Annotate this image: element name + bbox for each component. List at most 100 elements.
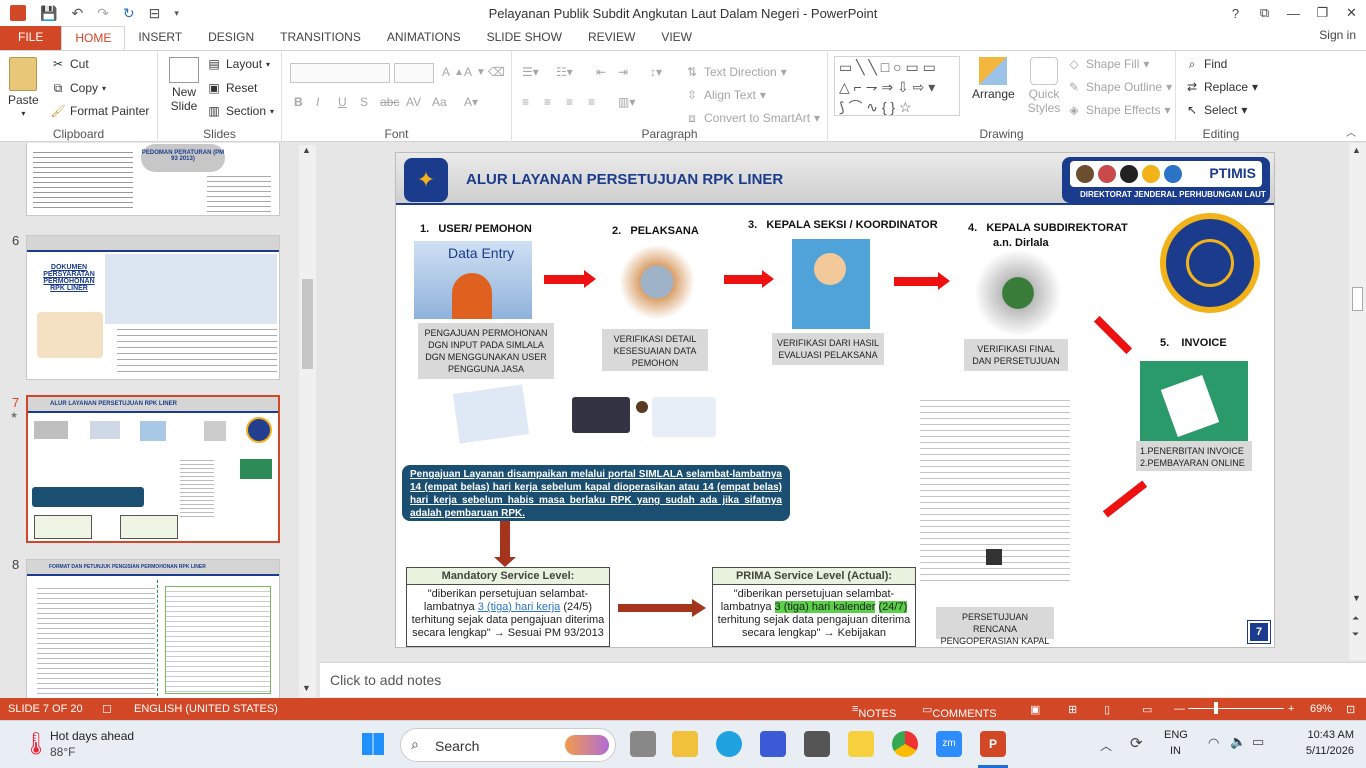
spellcheck-icon[interactable]: ☐ xyxy=(102,703,112,716)
next-slide-icon[interactable]: ⏷ xyxy=(1352,629,1359,640)
tab-insert[interactable]: INSERT xyxy=(125,26,195,50)
format-painter-button[interactable]: 🖌 Format Painter xyxy=(50,104,149,118)
minimize-icon[interactable]: — xyxy=(1279,0,1308,26)
customize-qat-icon[interactable]: ▾ xyxy=(174,8,179,19)
wifi-icon[interactable]: ◠ xyxy=(1208,735,1219,751)
copy-button[interactable]: ⧉ Copy ▾ xyxy=(50,81,106,95)
help-icon[interactable]: ? xyxy=(1221,0,1250,26)
tab-view[interactable]: VIEW xyxy=(648,26,705,50)
reset-button[interactable]: ▣ Reset xyxy=(206,81,257,95)
notes-button[interactable]: ≡ NOTES xyxy=(852,703,896,720)
bullets-button[interactable]: ☰▾ xyxy=(522,65,539,79)
slide-thumbnail-6[interactable]: DOKUMEN PERSYARATAN PERMOHONAN RPK LINER xyxy=(26,235,280,380)
slide-thumbnail-7[interactable]: ALUR LAYANAN PERSETUJUAN RPK LINER xyxy=(26,395,280,543)
convert-smartart-button[interactable]: ⧈ Convert to SmartArt ▾ xyxy=(684,111,820,125)
underline-button[interactable]: U xyxy=(338,95,347,109)
slideshow-icon[interactable]: ▭ xyxy=(1142,703,1152,716)
char-spacing-button[interactable]: AV xyxy=(406,95,421,109)
tab-animations[interactable]: ANIMATIONS xyxy=(374,26,474,50)
font-size-select[interactable] xyxy=(394,63,434,83)
prev-slide-icon[interactable]: ⏶ xyxy=(1352,613,1359,624)
repeat-icon[interactable]: ↻ xyxy=(123,5,135,22)
close-icon[interactable]: ✕ xyxy=(1337,0,1366,26)
scroll-up-icon[interactable]: ▲ xyxy=(302,145,311,155)
strikethrough-button[interactable]: abc xyxy=(380,95,399,109)
lang-indicator[interactable]: ENG xyxy=(1164,729,1188,741)
undo-icon[interactable]: ↶ xyxy=(71,5,83,22)
numbering-button[interactable]: ☷▾ xyxy=(556,65,573,79)
columns-button[interactable]: ▥▾ xyxy=(618,95,635,109)
layout-button[interactable]: ▤ Layout ▾ xyxy=(206,57,270,71)
grow-font-button[interactable]: A ▲ xyxy=(442,65,464,79)
language-indicator[interactable]: ENGLISH (UNITED STATES) xyxy=(134,703,278,715)
clear-formatting-button[interactable]: ⌫ xyxy=(488,65,505,79)
powerpoint-icon[interactable] xyxy=(10,5,26,21)
thumbnail-scroll-thumb[interactable] xyxy=(302,279,313,369)
tab-home[interactable]: HOME xyxy=(61,26,126,50)
scroll-down-icon[interactable]: ▼ xyxy=(1352,593,1361,603)
app-icon[interactable] xyxy=(760,731,786,757)
select-button[interactable]: ↖ Select ▾ xyxy=(1184,103,1247,117)
slide-scroll-thumb[interactable] xyxy=(1352,287,1363,311)
align-right-button[interactable]: ≡ xyxy=(566,95,573,109)
comments-button[interactable]: ▭ COMMENTS xyxy=(922,703,997,720)
align-text-button[interactable]: ⇳ Align Text ▾ xyxy=(684,88,766,102)
weather-title[interactable]: Hot days ahead xyxy=(50,729,134,743)
justify-button[interactable]: ≡ xyxy=(588,95,595,109)
align-center-button[interactable]: ≡ xyxy=(544,95,551,109)
zoom-level[interactable]: 69% xyxy=(1310,703,1332,715)
clock-time[interactable]: 10:43 AM xyxy=(1282,729,1354,741)
replace-button[interactable]: ⇄ Replace ▾ xyxy=(1184,80,1258,94)
tab-slide-show[interactable]: SLIDE SHOW xyxy=(474,26,575,50)
ribbon-display-icon[interactable]: ⧉ xyxy=(1250,0,1279,26)
shape-outline-button[interactable]: ✎ Shape Outline ▾ xyxy=(1066,80,1172,94)
volume-icon[interactable]: 🔈 xyxy=(1230,734,1246,750)
find-button[interactable]: ⌕ Find xyxy=(1184,57,1228,71)
zoom-slider-thumb[interactable] xyxy=(1214,702,1218,714)
font-family-select[interactable] xyxy=(290,63,390,83)
scroll-up-icon[interactable]: ▲ xyxy=(1352,145,1361,155)
fit-slide-icon[interactable]: ⊡ xyxy=(1346,703,1355,716)
tab-file[interactable]: FILE xyxy=(0,26,62,50)
camera-icon[interactable] xyxy=(804,731,830,757)
zoom-slider[interactable] xyxy=(1188,708,1284,709)
normal-view-icon[interactable]: ▣ xyxy=(1030,703,1040,716)
notes-pane[interactable]: Click to add notes xyxy=(320,662,1366,697)
tab-review[interactable]: REVIEW xyxy=(575,26,648,50)
collapse-ribbon-icon[interactable]: ︿ xyxy=(1346,124,1356,139)
sign-in-link[interactable]: Sign in xyxy=(1319,28,1356,42)
tab-transitions[interactable]: TRANSITIONS xyxy=(267,26,374,50)
zoom-app-icon[interactable]: zm xyxy=(936,731,962,757)
shape-effects-button[interactable]: ◈ Shape Effects ▾ xyxy=(1066,103,1170,117)
restore-icon[interactable]: ❐ xyxy=(1308,0,1337,26)
paste-button[interactable]: Paste ▾ xyxy=(8,57,39,118)
shadow-button[interactable]: S xyxy=(360,95,368,109)
tab-design[interactable]: DESIGN xyxy=(195,26,267,50)
redo-icon[interactable]: ↷ xyxy=(97,5,109,22)
scroll-down-icon[interactable]: ▼ xyxy=(302,683,311,693)
thumbnail-scrollbar[interactable]: ▲ ▼ xyxy=(299,145,316,698)
battery-icon[interactable]: ▭ xyxy=(1252,734,1264,750)
shapes-gallery[interactable]: ▭ ╲ ╲ □ ○ ▭ ▭ △ ⌐ ⇁ ⇒ ⇩ ⇨ ▾ ⟆ ⌒ ∿ { } ☆ xyxy=(834,56,960,116)
slide-canvas[interactable]: ✦ ALUR LAYANAN PERSETUJUAN RPK LINER PTI… xyxy=(395,152,1275,648)
zoom-out-icon[interactable]: — xyxy=(1174,703,1185,715)
sync-icon[interactable]: ⟳ xyxy=(1130,734,1143,752)
new-slide-button[interactable]: New Slide xyxy=(166,57,202,113)
edge-icon[interactable] xyxy=(716,731,742,757)
arrange-button[interactable]: Arrange xyxy=(972,57,1015,101)
shrink-font-button[interactable]: A ▼ xyxy=(464,65,486,79)
slide-sorter-icon[interactable]: ⊞ xyxy=(1068,703,1077,716)
italic-button[interactable]: I xyxy=(316,95,319,109)
taskbar-search-box[interactable]: ⌕ Search xyxy=(400,728,616,762)
line-spacing-button[interactable]: ↕▾ xyxy=(650,65,662,79)
slide-thumbnail-8[interactable]: FORMAT DAN PETUNJUK PENGISIAN PERMOHONAN… xyxy=(26,559,280,698)
increase-indent-button[interactable]: ⇥ xyxy=(618,65,628,79)
slide-scrollbar[interactable]: ▲ ▼ ⏶ ⏷ xyxy=(1349,143,1366,660)
reading-view-icon[interactable]: ▯ xyxy=(1104,703,1110,716)
cut-button[interactable]: ✂ Cut xyxy=(50,57,89,71)
shape-fill-button[interactable]: ◇ Shape Fill ▾ xyxy=(1066,57,1149,71)
slide-thumbnail-5[interactable]: PEDOMAN PERATURAN (PM 93 2013) xyxy=(26,143,280,216)
tray-chevron-icon[interactable]: ︿ xyxy=(1100,737,1112,754)
task-view-icon[interactable] xyxy=(630,731,656,757)
start-from-beginning-icon[interactable]: ⊟ xyxy=(149,5,161,22)
